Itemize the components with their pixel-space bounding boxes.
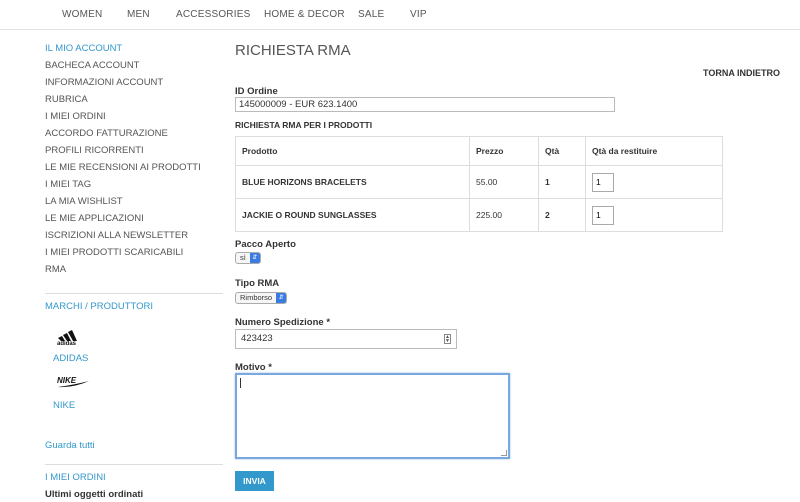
- nav-accessories[interactable]: ACCESSORIES: [176, 9, 250, 20]
- sidebar-item-newsletter[interactable]: ISCRIZIONI ALLA NEWSLETTER: [45, 230, 188, 241]
- product-qty: 2: [538, 198, 586, 232]
- product-name: JACKIE O ROUND SUNGLASSES: [235, 198, 470, 232]
- return-qty-input[interactable]: [592, 205, 614, 225]
- return-qty-cell: [585, 165, 723, 199]
- submit-button[interactable]: INVIA: [235, 471, 274, 491]
- back-link[interactable]: TORNA INDIETRO: [703, 68, 780, 78]
- resize-handle-icon[interactable]: [501, 450, 507, 456]
- sidebar-item-tags[interactable]: I MIEI TAG: [45, 179, 91, 190]
- product-price: 55.00: [469, 165, 539, 199]
- rma-type-select[interactable]: Rimborso ⇵: [235, 292, 288, 304]
- order-id-label: ID Ordine: [235, 86, 278, 97]
- reason-textarea[interactable]: [235, 373, 510, 459]
- my-orders-title: I MIEI ORDINI: [45, 472, 106, 483]
- nav-men[interactable]: MEN: [127, 9, 150, 20]
- sidebar-item-recurring-profiles[interactable]: PROFILI RICORRENTI: [45, 145, 144, 156]
- product-name: BLUE HORIZONS BRACELETS: [235, 165, 470, 199]
- package-opened-select[interactable]: sì ⇵: [235, 252, 261, 264]
- recent-orders-title: Ultimi oggetti ordinati: [45, 489, 144, 500]
- rma-type-label: Tipo RMA: [235, 278, 280, 289]
- text-cursor: [240, 378, 241, 388]
- sidebar-item-wishlist[interactable]: LA MIA WISHLIST: [45, 196, 123, 207]
- return-qty-cell: [585, 198, 723, 232]
- nav-women[interactable]: WOMEN: [62, 9, 102, 20]
- table-row: JACKIE O ROUND SUNGLASSES 225.00 2: [235, 198, 723, 232]
- product-qty: 1: [538, 165, 586, 199]
- col-qty: Qtà: [538, 136, 586, 166]
- sidebar-title: IL MIO ACCOUNT: [45, 43, 123, 54]
- sidebar-item-billing-agreements[interactable]: ACCORDO FATTURAZIONE: [45, 128, 168, 139]
- return-qty-input[interactable]: [592, 172, 614, 192]
- package-opened-value: sì: [240, 253, 246, 262]
- table-header-row: Prodotto Prezzo Qtà Qtà da restituire: [235, 136, 723, 166]
- chevron-updown-icon: ⇵: [249, 253, 260, 263]
- account-sidebar: IL MIO ACCOUNT BACHECA ACCOUNT INFORMAZI…: [45, 43, 223, 500]
- sidebar-item-downloadable-products[interactable]: I MIEI PRODOTTI SCARICABILI: [45, 247, 183, 258]
- product-price: 225.00: [469, 198, 539, 232]
- products-section-title: RICHIESTA RMA PER I PRODOTTI: [235, 120, 373, 130]
- svg-text:adidas: adidas: [57, 341, 77, 345]
- brands-title: MARCHI / PRODUTTORI: [45, 301, 154, 312]
- rma-type-value: Rimborso: [240, 293, 273, 302]
- brand-adidas[interactable]: ADIDAS: [53, 353, 88, 364]
- reason-label: Motivo *: [235, 362, 272, 373]
- sidebar-item-rma[interactable]: RMA: [45, 264, 66, 275]
- table-row: BLUE HORIZONS BRACELETS 55.00 1: [235, 165, 723, 199]
- order-id-field[interactable]: 145000009 - EUR 623.1400: [235, 97, 615, 112]
- sidebar-divider: [45, 293, 223, 294]
- nav-home-decor[interactable]: HOME & DECOR: [264, 9, 345, 20]
- sidebar-item-dashboard[interactable]: BACHECA ACCOUNT: [45, 60, 140, 71]
- adidas-logo[interactable]: adidas: [55, 327, 93, 345]
- nav-vip[interactable]: VIP: [410, 9, 427, 20]
- svg-text:NIKE: NIKE: [57, 376, 77, 385]
- stepper-icon[interactable]: ▲ ▼: [444, 334, 451, 344]
- sidebar-item-reviews[interactable]: LE MIE RECENSIONI AI PRODOTTI: [45, 162, 201, 173]
- rma-items-table: Prodotto Prezzo Qtà Qtà da restituire BL…: [235, 136, 723, 232]
- page-title: RICHIESTA RMA: [235, 42, 351, 59]
- col-price: Prezzo: [469, 136, 539, 166]
- col-return-qty: Qtà da restituire: [585, 136, 723, 166]
- chevron-updown-icon: ⇵: [276, 293, 287, 303]
- col-product: Prodotto: [235, 136, 470, 166]
- brand-nike[interactable]: NIKE: [53, 400, 75, 411]
- sidebar-item-orders[interactable]: I MIEI ORDINI: [45, 111, 106, 122]
- tracking-number-input[interactable]: 423423 ▲ ▼: [235, 329, 457, 349]
- see-all-brands-link[interactable]: Guarda tutti: [45, 440, 95, 451]
- sidebar-divider: [45, 464, 223, 465]
- sidebar-item-applications[interactable]: LE MIE APPLICAZIONI: [45, 213, 144, 224]
- package-opened-label: Pacco Aperto: [235, 239, 296, 250]
- tracking-number-value: 423423: [241, 333, 273, 344]
- tracking-label: Numero Spedizione *: [235, 317, 331, 328]
- nav-sale[interactable]: SALE: [358, 9, 384, 20]
- sidebar-item-account-info[interactable]: INFORMAZIONI ACCOUNT: [45, 77, 163, 88]
- top-navigation: WOMEN MEN ACCESSORIES HOME & DECOR SALE …: [0, 0, 800, 30]
- sidebar-item-address-book[interactable]: RUBRICA: [45, 94, 88, 105]
- nike-logo[interactable]: NIKE: [55, 373, 91, 389]
